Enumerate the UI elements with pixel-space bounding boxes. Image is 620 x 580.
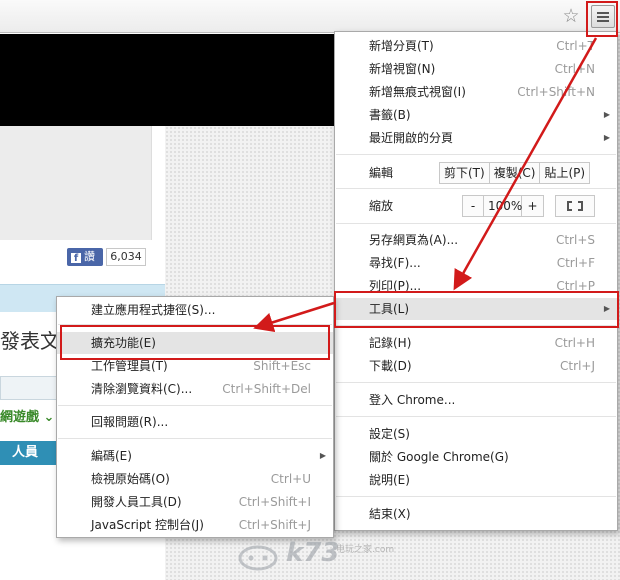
submenu-item-create-shortcut[interactable]: 建立應用程式捷徑(S)... [57,299,333,321]
menu-item-help[interactable]: 說明(E) [335,469,617,491]
menu-item-bookmarks[interactable]: 書籤(B) ▶ [335,104,617,126]
menu-separator [58,438,332,439]
menu-separator [336,382,616,383]
submenu-arrow-icon: ▶ [603,110,610,119]
highlight-menu-button [586,1,618,37]
page-banner [0,34,334,126]
watermark-tagline: 电玩之家.com [336,545,395,555]
menu-separator [336,416,616,417]
highlight-extensions-item [60,325,330,360]
menu-item-new-incognito[interactable]: 新增無痕式視窗(I) Ctrl+Shift+N [335,81,617,103]
paste-button[interactable]: 貼上(P) [540,162,591,184]
menu-item-history[interactable]: 記錄(H) Ctrl+H [335,332,617,354]
facebook-like-button[interactable]: f讚 [67,248,103,266]
copy-button[interactable]: 複製(C) [489,162,541,184]
bookmark-star-icon[interactable]: ☆ [560,5,582,27]
cut-button[interactable]: 剪下(T) [439,162,490,184]
submenu-item-report-issue[interactable]: 回報問題(R)... [57,411,333,433]
menu-item-settings[interactable]: 設定(S) [335,423,617,445]
submenu-item-clear-data[interactable]: 清除瀏覽資料(C)... Ctrl+Shift+Del [57,378,333,400]
fullscreen-button[interactable] [555,195,595,217]
page-green-link[interactable]: 網遊戲 ⌄ [0,406,54,425]
menu-separator [336,188,616,189]
zoom-out-button[interactable]: - [462,195,484,217]
menu-separator [58,405,332,406]
menu-item-exit[interactable]: 結束(X) [335,503,617,525]
browser-toolbar: ☆ [0,0,620,33]
submenu-arrow-icon: ▶ [603,133,610,142]
zoom-in-button[interactable]: + [522,195,544,217]
menu-item-new-tab[interactable]: 新增分頁(T) Ctrl+T [335,35,617,57]
submenu-item-view-source[interactable]: 檢視原始碼(O) Ctrl+U [57,468,333,490]
zoom-controls: - 100% + [462,195,544,217]
watermark-brand: k73 [286,538,340,568]
page-gray-panel [0,126,152,240]
menu-separator [336,496,616,497]
chrome-main-menu: 新增分頁(T) Ctrl+T 新增視窗(N) Ctrl+N 新增無痕式視窗(I) Ct… [334,31,618,531]
menu-item-find[interactable]: 尋找(F)... Ctrl+F [335,252,617,274]
menu-item-recent-tabs[interactable]: 最近開啟的分頁 ▶ [335,127,617,149]
page-tab[interactable] [0,376,60,400]
zoom-level: 100% [484,195,522,217]
edit-button-group: 剪下(T) 複製(C) 貼上(P) [439,162,591,184]
facebook-like-count: 6,034 [106,248,146,266]
facebook-icon: f [71,253,81,264]
menu-item-sign-in[interactable]: 登入 Chrome... [335,389,617,411]
submenu-item-developer-tools[interactable]: 開發人員工具(D) Ctrl+Shift+I [57,491,333,513]
menu-item-downloads[interactable]: 下載(D) Ctrl+J [335,355,617,377]
submenu-item-js-console[interactable]: JavaScript 控制台(J) Ctrl+Shift+J [57,514,333,536]
menu-item-save-page[interactable]: 另存網頁為(A)... Ctrl+S [335,229,617,251]
menu-separator [336,154,616,155]
menu-item-new-window[interactable]: 新增視窗(N) Ctrl+N [335,58,617,80]
menu-separator [336,223,616,224]
submenu-arrow-icon: ▶ [319,451,326,460]
page-members-tab[interactable]: 人員 [0,441,56,465]
menu-item-about[interactable]: 關於 Google Chrome(G) [335,446,617,468]
highlight-tools-item [334,291,619,328]
submenu-item-encoding[interactable]: 編碼(E) ▶ [57,445,333,467]
